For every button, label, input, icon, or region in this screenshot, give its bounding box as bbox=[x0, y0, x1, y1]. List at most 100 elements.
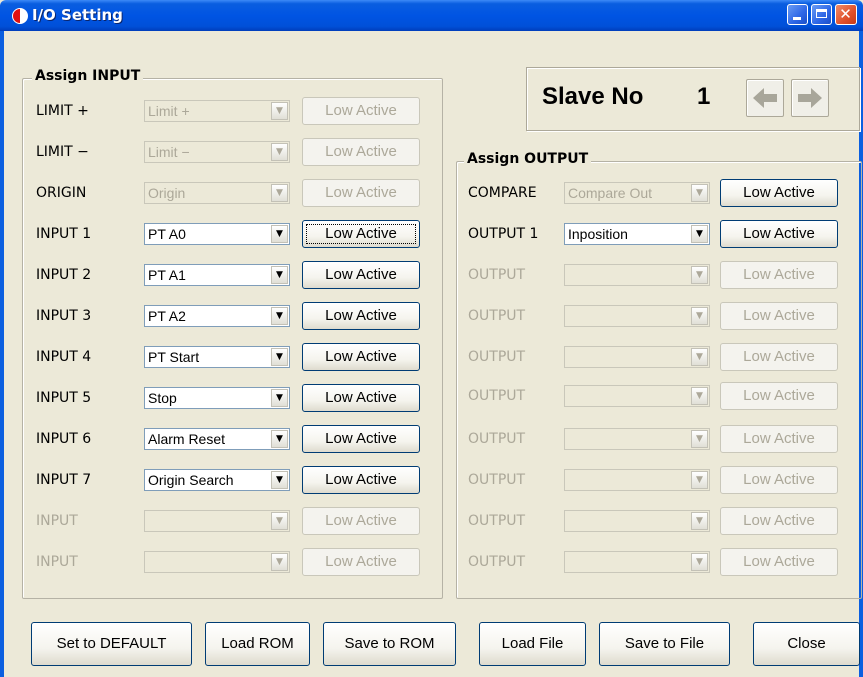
low-active-button[interactable]: Low Active bbox=[302, 220, 420, 248]
input-select-value: Limit + bbox=[148, 103, 190, 119]
input-select-value: PT A1 bbox=[148, 267, 186, 283]
output-select[interactable]: Inposition ▼ bbox=[564, 223, 710, 245]
low-active-label: Low Active bbox=[743, 225, 815, 242]
input-select[interactable]: PT A2 ▼ bbox=[144, 305, 290, 327]
load-file-button[interactable]: Load File bbox=[479, 622, 586, 666]
close-button[interactable]: Close bbox=[753, 622, 860, 666]
output-label: OUTPUT bbox=[468, 308, 526, 324]
set-default-button[interactable]: Set to DEFAULT bbox=[31, 622, 192, 666]
input-select-value: Stop bbox=[148, 390, 177, 406]
low-active-button: Low Active bbox=[720, 466, 838, 494]
output-label: OUTPUT bbox=[468, 472, 526, 488]
chevron-down-icon: ▼ bbox=[271, 553, 288, 571]
input-select: ▼ bbox=[144, 510, 290, 532]
input-label: INPUT 3 bbox=[36, 308, 92, 324]
input-select-value: Origin bbox=[148, 185, 186, 201]
arrow-right-icon bbox=[798, 88, 822, 108]
slave-prev-button[interactable] bbox=[746, 79, 784, 117]
minimize-icon bbox=[793, 17, 801, 20]
input-select[interactable]: Alarm Reset ▼ bbox=[144, 428, 290, 450]
minimize-button[interactable] bbox=[787, 4, 808, 25]
output-select: ▼ bbox=[564, 385, 710, 407]
chevron-down-icon[interactable]: ▼ bbox=[271, 225, 288, 243]
low-active-button: Low Active bbox=[720, 261, 838, 289]
app-icon bbox=[12, 8, 28, 24]
low-active-button[interactable]: Low Active bbox=[302, 466, 420, 494]
input-label: INPUT 4 bbox=[36, 349, 92, 365]
chevron-down-icon[interactable]: ▼ bbox=[271, 348, 288, 366]
low-active-button[interactable]: Low Active bbox=[302, 384, 420, 412]
input-select-value: PT A2 bbox=[148, 308, 186, 324]
input-select[interactable]: PT A0 ▼ bbox=[144, 223, 290, 245]
input-label: LIMIT + bbox=[36, 103, 89, 119]
chevron-down-icon: ▼ bbox=[691, 184, 708, 202]
chevron-down-icon: ▼ bbox=[271, 102, 288, 120]
slave-next-button[interactable] bbox=[791, 79, 829, 117]
input-select[interactable]: PT A1 ▼ bbox=[144, 264, 290, 286]
low-active-button[interactable]: Low Active bbox=[302, 343, 420, 371]
save-rom-label: Save to ROM bbox=[344, 635, 435, 652]
chevron-down-icon[interactable]: ▼ bbox=[271, 307, 288, 325]
low-active-button: Low Active bbox=[720, 425, 838, 453]
chevron-down-icon[interactable]: ▼ bbox=[271, 266, 288, 284]
slave-panel: Slave No 1 bbox=[526, 67, 860, 131]
low-active-button[interactable]: Low Active bbox=[720, 220, 838, 248]
input-select-value: Alarm Reset bbox=[148, 431, 226, 447]
slave-label: Slave No bbox=[542, 83, 644, 110]
output-label: OUTPUT bbox=[468, 388, 526, 404]
maximize-button[interactable] bbox=[811, 4, 832, 25]
input-select: ▼ bbox=[144, 551, 290, 573]
chevron-down-icon: ▼ bbox=[271, 512, 288, 530]
output-label: COMPARE bbox=[468, 185, 537, 201]
chevron-down-icon[interactable]: ▼ bbox=[691, 225, 708, 243]
chevron-down-icon: ▼ bbox=[691, 471, 708, 489]
low-active-button[interactable]: Low Active bbox=[302, 261, 420, 289]
output-select-value: Inposition bbox=[568, 226, 628, 242]
save-rom-button[interactable]: Save to ROM bbox=[323, 622, 456, 666]
low-active-button: Low Active bbox=[720, 382, 838, 410]
output-select: ▼ bbox=[564, 510, 710, 532]
title-bar[interactable]: I/O Setting ✕ bbox=[0, 0, 863, 31]
save-file-label: Save to File bbox=[624, 635, 705, 652]
output-label: OUTPUT bbox=[468, 513, 526, 529]
input-select[interactable]: Origin Search ▼ bbox=[144, 469, 290, 491]
input-label: INPUT 6 bbox=[36, 431, 92, 447]
output-label: OUTPUT bbox=[468, 267, 526, 283]
assign-input-title: Assign INPUT bbox=[32, 68, 144, 84]
chevron-down-icon: ▼ bbox=[691, 387, 708, 405]
low-active-label: Low Active bbox=[743, 471, 815, 488]
output-label: OUTPUT 1 bbox=[468, 226, 539, 242]
low-active-label: Low Active bbox=[325, 471, 397, 488]
arrow-left-icon bbox=[753, 88, 777, 108]
output-select: ▼ bbox=[564, 346, 710, 368]
load-rom-label: Load ROM bbox=[221, 635, 294, 652]
low-active-label: Low Active bbox=[743, 512, 815, 529]
close-window-button[interactable]: ✕ bbox=[835, 4, 857, 25]
low-active-label: Low Active bbox=[743, 387, 815, 404]
chevron-down-icon: ▼ bbox=[271, 143, 288, 161]
low-active-button[interactable]: Low Active bbox=[720, 179, 838, 207]
output-select: ▼ bbox=[564, 428, 710, 450]
low-active-button[interactable]: Low Active bbox=[302, 425, 420, 453]
chevron-down-icon[interactable]: ▼ bbox=[271, 389, 288, 407]
output-label: OUTPUT bbox=[468, 349, 526, 365]
chevron-down-icon[interactable]: ▼ bbox=[271, 430, 288, 448]
save-file-button[interactable]: Save to File bbox=[599, 622, 730, 666]
input-select[interactable]: PT Start ▼ bbox=[144, 346, 290, 368]
low-active-label: Low Active bbox=[325, 307, 397, 324]
low-active-label: Low Active bbox=[325, 143, 397, 160]
low-active-label: Low Active bbox=[325, 553, 397, 570]
low-active-button: Low Active bbox=[720, 343, 838, 371]
window-left-border bbox=[0, 31, 4, 677]
input-select: Origin ▼ bbox=[144, 182, 290, 204]
load-rom-button[interactable]: Load ROM bbox=[205, 622, 310, 666]
input-select[interactable]: Stop ▼ bbox=[144, 387, 290, 409]
low-active-label: Low Active bbox=[743, 553, 815, 570]
low-active-button: Low Active bbox=[302, 548, 420, 576]
chevron-down-icon[interactable]: ▼ bbox=[271, 471, 288, 489]
low-active-label: Low Active bbox=[743, 266, 815, 283]
output-select: Compare Out ▼ bbox=[564, 182, 710, 204]
low-active-button[interactable]: Low Active bbox=[302, 302, 420, 330]
low-active-button: Low Active bbox=[720, 507, 838, 535]
chevron-down-icon: ▼ bbox=[271, 184, 288, 202]
